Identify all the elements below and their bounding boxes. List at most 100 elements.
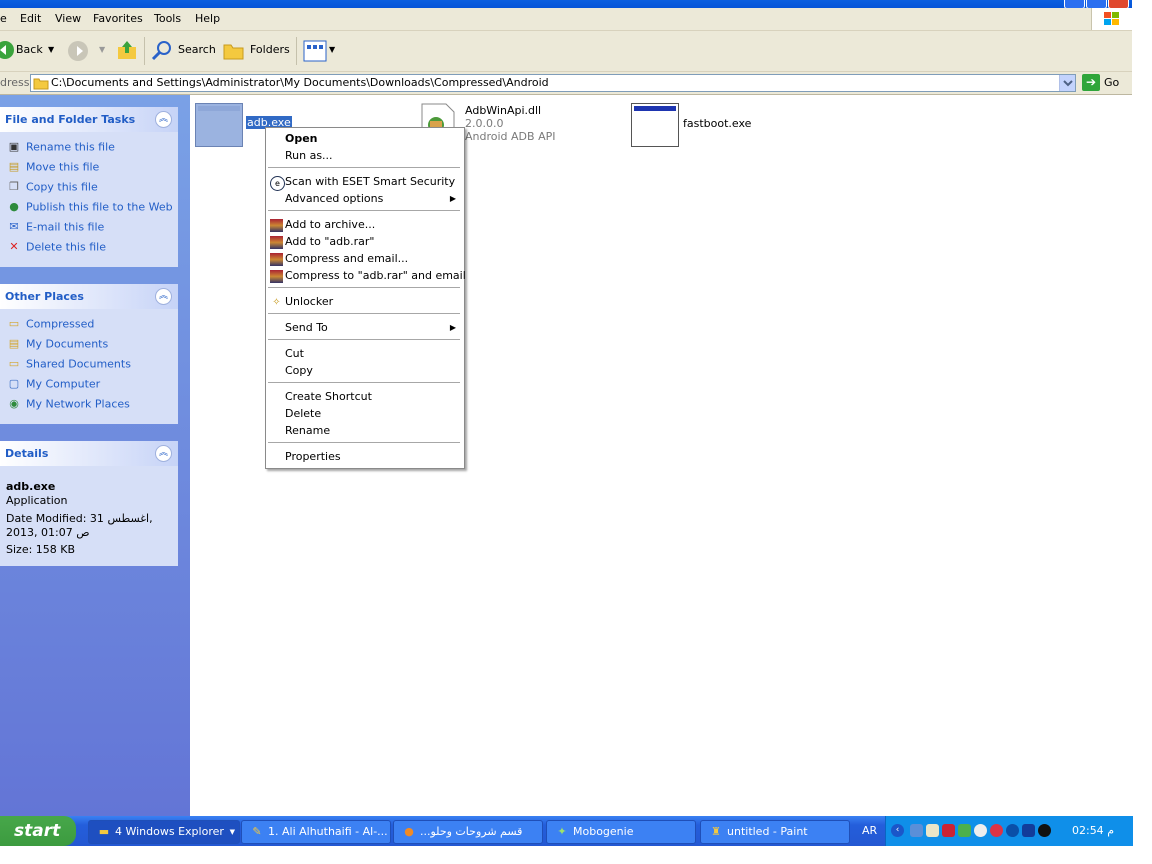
- collapse-icon[interactable]: ︽: [155, 445, 172, 462]
- menu-item-compress-rar-email[interactable]: Compress to "adb.rar" and email: [285, 269, 466, 282]
- menu-separator: [268, 339, 460, 340]
- tray-monitor-icon[interactable]: [1022, 824, 1035, 837]
- tray-shield-icon[interactable]: [990, 824, 1003, 837]
- tray-expand-icon[interactable]: ‹: [891, 824, 904, 837]
- email-icon: ✉: [9, 220, 19, 233]
- task-email[interactable]: ✉ E-mail this file: [6, 220, 104, 236]
- menu-item-send-to[interactable]: Send To: [285, 321, 328, 334]
- up-folder-icon[interactable]: [116, 39, 138, 61]
- place-network[interactable]: ◉ My Network Places: [6, 397, 130, 413]
- panel-header[interactable]: File and Folder Tasks ︽: [0, 107, 178, 132]
- views-icon[interactable]: [303, 40, 327, 62]
- menu-tools[interactable]: Tools: [154, 12, 181, 25]
- panel-title: Other Places: [5, 290, 84, 303]
- menu-item-properties[interactable]: Properties: [285, 450, 341, 463]
- back-button[interactable]: Back: [16, 43, 43, 56]
- place-my-documents[interactable]: ▤ My Documents: [6, 337, 108, 353]
- task-publish[interactable]: ● Publish this file to the Web: [6, 200, 172, 216]
- taskbar-windows-explorer[interactable]: ▬ 4 Windows Explorer ▼: [88, 820, 240, 844]
- application-icon: [631, 103, 679, 147]
- tray-volume-icon[interactable]: [926, 824, 939, 837]
- task-copy[interactable]: ❐ Copy this file: [6, 180, 98, 196]
- panel-title: Details: [5, 447, 49, 460]
- file-name: fastboot.exe: [683, 117, 752, 130]
- panel-header[interactable]: Details ︽: [0, 441, 178, 466]
- rename-icon: ▣: [8, 140, 20, 153]
- address-input[interactable]: C:\Documents and Settings\Administrator\…: [30, 74, 1076, 92]
- detail-type: Application: [6, 494, 68, 507]
- start-label: start: [14, 821, 61, 841]
- taskbar-mobogenie[interactable]: ✦ Mobogenie: [546, 820, 696, 844]
- taskbar-ali-alhuthaifi[interactable]: ✎ 1. Ali Alhuthaifi - Al-...: [241, 820, 391, 844]
- views-dropdown-icon[interactable]: ▼: [329, 45, 335, 54]
- tray-clock-app-icon[interactable]: [974, 824, 987, 837]
- menu-item-add-archive[interactable]: Add to archive...: [285, 218, 375, 231]
- back-dropdown-icon[interactable]: ▼: [48, 45, 54, 54]
- panel-header[interactable]: Other Places ︽: [0, 284, 178, 309]
- taskbar: start ▬ 4 Windows Explorer ▼ ✎ 1. Ali Alhut…: [0, 816, 1133, 846]
- collapse-icon[interactable]: ︽: [155, 288, 172, 305]
- file-folder-tasks-panel: File and Folder Tasks ︽ ▣ Rename this fil…: [0, 107, 178, 267]
- menu-edit[interactable]: Edit: [20, 12, 41, 25]
- menu-file[interactable]: e: [0, 12, 7, 25]
- place-my-computer[interactable]: ▢ My Computer: [6, 377, 100, 393]
- menu-item-rename[interactable]: Rename: [285, 424, 330, 437]
- folder-icon: [33, 78, 49, 90]
- globe-icon: ●: [9, 200, 19, 213]
- forward-dropdown-icon[interactable]: ▼: [99, 45, 105, 54]
- menu-item-cut[interactable]: Cut: [285, 347, 304, 360]
- clock[interactable]: 02:54 م: [1072, 824, 1114, 837]
- task-rename[interactable]: ▣ Rename this file: [6, 140, 115, 156]
- task-delete[interactable]: ✕ Delete this file: [6, 240, 106, 256]
- details-panel: Details ︽ adb.exe Application Date Modif…: [0, 441, 178, 566]
- menu-item-run-as[interactable]: Run as...: [285, 149, 333, 162]
- go-arrow-icon[interactable]: ➔: [1082, 74, 1100, 91]
- tray-eset-icon[interactable]: [1006, 824, 1019, 837]
- language-indicator[interactable]: AR: [862, 824, 877, 837]
- menu-separator: [268, 442, 460, 443]
- menu-item-advanced[interactable]: Advanced options: [285, 192, 383, 205]
- menu-item-create-shortcut[interactable]: Create Shortcut: [285, 390, 372, 403]
- menu-item-delete[interactable]: Delete: [285, 407, 321, 420]
- task-move[interactable]: ▤ Move this file: [6, 160, 100, 176]
- tray-mobogenie-icon[interactable]: [958, 824, 971, 837]
- folders-button[interactable]: Folders: [250, 43, 290, 56]
- folders-icon[interactable]: [223, 41, 247, 61]
- winrar-icon: [270, 219, 283, 232]
- start-button[interactable]: start: [0, 816, 76, 846]
- address-dropdown-icon[interactable]: [1059, 75, 1075, 91]
- place-compressed[interactable]: ▭ Compressed: [6, 317, 95, 333]
- move-icon: ▤: [8, 160, 20, 173]
- menu-item-open[interactable]: Open: [285, 132, 318, 145]
- forward-arrow-icon[interactable]: [67, 40, 89, 62]
- place-shared-documents[interactable]: ▭ Shared Documents: [6, 357, 131, 373]
- search-button[interactable]: Search: [178, 43, 216, 56]
- detail-size: Size: 158 KB: [6, 543, 76, 556]
- detail-filename: adb.exe: [6, 480, 56, 493]
- menu-item-copy[interactable]: Copy: [285, 364, 313, 377]
- taskbar-firefox[interactable]: ● ...قسم شروحات وحلو: [393, 820, 543, 844]
- taskbar-paint[interactable]: ♜ untitled - Paint: [700, 820, 850, 844]
- menu-item-scan[interactable]: Scan with ESET Smart Security: [285, 175, 455, 188]
- search-icon[interactable]: [150, 39, 174, 63]
- menu-view[interactable]: View: [55, 12, 81, 25]
- tray-app-icon[interactable]: [942, 824, 955, 837]
- menu-help[interactable]: Help: [195, 12, 220, 25]
- tray-network-icon[interactable]: [910, 824, 923, 837]
- back-arrow-icon[interactable]: [0, 39, 14, 61]
- menu-item-compress-email[interactable]: Compress and email...: [285, 252, 408, 265]
- menu-item-add-rar[interactable]: Add to "adb.rar": [285, 235, 374, 248]
- address-bar: dress C:\Documents and Settings\Administ…: [0, 72, 1132, 95]
- menu-bar: e Edit View Favorites Tools Help: [0, 8, 1132, 31]
- tray-wireless-icon[interactable]: [1038, 824, 1051, 837]
- menu-item-unlocker[interactable]: Unlocker: [285, 295, 333, 308]
- go-button[interactable]: Go: [1104, 76, 1119, 89]
- file-description: Android ADB API: [465, 130, 556, 143]
- menu-favorites[interactable]: Favorites: [93, 12, 143, 25]
- menu-separator: [268, 382, 460, 383]
- context-menu: Open Run as... e Scan with ESET Smart Se…: [265, 127, 466, 469]
- collapse-icon[interactable]: ︽: [155, 111, 172, 128]
- copy-icon: ❐: [9, 180, 19, 193]
- eset-icon: e: [270, 176, 285, 191]
- toolbar-separator: [144, 37, 145, 65]
